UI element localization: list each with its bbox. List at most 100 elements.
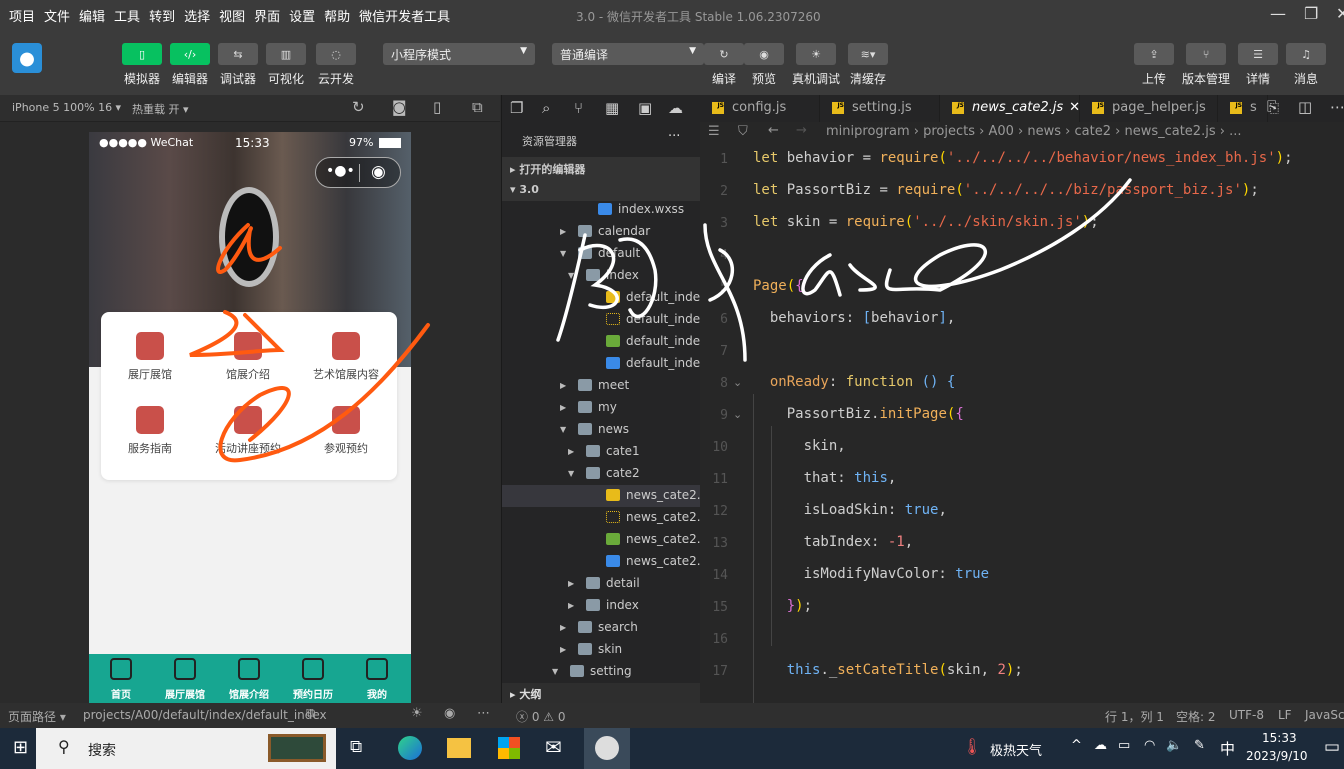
phone-button[interactable]: ▯ bbox=[122, 43, 162, 65]
tree-folder[interactable]: ▶ detail bbox=[502, 573, 701, 595]
tree-file[interactable]: news_cate2.wxml bbox=[502, 529, 701, 551]
breadcrumb-item[interactable]: cate2 bbox=[1075, 124, 1111, 139]
show-hidden-icons[interactable]: ^ bbox=[1071, 738, 1082, 753]
tree-folder[interactable]: ▶ calendar bbox=[502, 221, 701, 243]
tree-file[interactable]: default_index.json bbox=[502, 309, 701, 331]
menu-item[interactable]: 视图 bbox=[219, 6, 245, 25]
windows-start-icon[interactable]: ⊞ bbox=[13, 737, 28, 758]
editor-tab[interactable]: JS setting.js bbox=[820, 95, 940, 122]
tree-folder[interactable]: ▼ cate2 bbox=[502, 463, 701, 485]
editor-tab[interactable]: JS page_helper.js bbox=[1080, 95, 1218, 122]
open-preview-icon[interactable]: ⎘ bbox=[1267, 98, 1279, 116]
phone-icon[interactable]: ▯ bbox=[433, 98, 441, 116]
close-tab-icon[interactable]: ✕ bbox=[1069, 100, 1080, 115]
menu-item[interactable]: 工具 bbox=[114, 6, 140, 25]
code-area[interactable]: 1 let behavior = require('../../../../beh… bbox=[700, 144, 1344, 703]
tree-folder[interactable]: ▶ my bbox=[502, 397, 701, 419]
more-icon[interactable]: ⋯ bbox=[477, 706, 490, 721]
refresh-button[interactable]: ↻ bbox=[704, 43, 744, 65]
split-editor-icon[interactable]: ◫ bbox=[1298, 98, 1312, 116]
editor-tab[interactable]: JS s bbox=[1218, 95, 1268, 122]
code-line[interactable]: behaviors: [behavior], bbox=[753, 310, 955, 326]
code-line[interactable]: onReady: function () { bbox=[753, 374, 955, 390]
tree-folder[interactable]: ▶ meet bbox=[502, 375, 701, 397]
tree-file[interactable]: news_cate2.js bbox=[502, 485, 701, 507]
tree-folder[interactable]: ▶ skin bbox=[502, 639, 701, 661]
bug-button[interactable]: ☀ bbox=[796, 43, 836, 65]
docker-icon[interactable]: ☁ bbox=[668, 99, 683, 117]
forward-icon[interactable]: → bbox=[796, 123, 807, 138]
edge-icon[interactable] bbox=[398, 736, 422, 760]
problems-count[interactable]: ⓧ 0 ⚠ 0 bbox=[516, 708, 565, 725]
editor-tab[interactable]: JS news_cate2.js ✕ bbox=[940, 95, 1080, 122]
grid-item[interactable]: 活动讲座预约 bbox=[199, 406, 297, 456]
grid-item[interactable]: 展厅展馆 bbox=[101, 332, 199, 382]
section-project[interactable]: ▾ 3.0 bbox=[510, 183, 539, 196]
search-icon[interactable]: ⌕ bbox=[542, 99, 550, 117]
breadcrumb-item[interactable]: A00 bbox=[988, 124, 1013, 139]
tree-folder[interactable]: ▼ news bbox=[502, 419, 701, 441]
menu-item[interactable]: 设置 bbox=[289, 6, 315, 25]
code-line[interactable]: isModifyNavColor: true bbox=[753, 566, 989, 582]
file-explorer-icon[interactable] bbox=[447, 738, 471, 758]
cloud-button[interactable]: ◌ bbox=[316, 43, 356, 65]
more-dots-icon[interactable]: •●• bbox=[326, 163, 355, 179]
encoding[interactable]: UTF-8 bbox=[1229, 708, 1264, 722]
avatar[interactable] bbox=[12, 43, 42, 73]
mode-select[interactable]: 小程序模式 ▼ bbox=[383, 43, 535, 65]
tab-item[interactable]: 首页 bbox=[89, 658, 153, 701]
breadcrumb-item[interactable]: miniprogram bbox=[826, 124, 910, 139]
upload-button[interactable]: ⇪ bbox=[1134, 43, 1174, 65]
weather-text[interactable]: 极热天气 bbox=[990, 740, 1042, 759]
volume-icon[interactable]: 🔈 bbox=[1166, 738, 1182, 753]
layers-button[interactable]: ≋▾ bbox=[848, 43, 888, 65]
menu-item[interactable]: 选择 bbox=[184, 6, 210, 25]
section-open-editors[interactable]: ▸ 打开的编辑器 bbox=[510, 161, 585, 177]
editor-tab[interactable]: JS config.js bbox=[700, 95, 820, 122]
breadcrumb-item[interactable]: news_cate2.js bbox=[1124, 124, 1215, 139]
files-icon[interactable]: ❐ bbox=[510, 99, 523, 117]
code-button[interactable]: ‹/› bbox=[170, 43, 210, 65]
ime-indicator[interactable]: 中 bbox=[1220, 738, 1235, 759]
page-path-select[interactable]: 页面路径 ▾ bbox=[8, 708, 66, 725]
tab-item[interactable]: 预约日历 bbox=[281, 658, 345, 701]
refresh-icon[interactable]: ↻ bbox=[352, 98, 365, 116]
code-line[interactable]: let skin = require('../../skin/skin.js')… bbox=[753, 214, 1099, 230]
menu-item[interactable]: 项目 bbox=[9, 6, 35, 25]
code-line[interactable]: Page({ bbox=[753, 278, 804, 294]
menu-button[interactable]: ☰ bbox=[1238, 43, 1278, 65]
restore-button[interactable]: ❐ bbox=[1304, 4, 1318, 23]
extensions-icon[interactable]: ▦ bbox=[605, 99, 619, 117]
tree-folder[interactable]: ▼ index bbox=[502, 265, 701, 287]
onedrive-icon[interactable]: ☁ bbox=[1094, 738, 1107, 753]
section-outline[interactable]: ▸ 大纲 bbox=[502, 683, 701, 703]
fold-chevron-icon[interactable]: ⌄ bbox=[733, 376, 742, 389]
stop-icon[interactable]: ◙ bbox=[392, 98, 407, 116]
tab-item[interactable]: 馆展介绍 bbox=[217, 658, 281, 701]
minimize-button[interactable]: — bbox=[1270, 4, 1286, 23]
tree-folder[interactable]: ▶ cate1 bbox=[502, 441, 701, 463]
cursor-position[interactable]: 行 1，列 1 bbox=[1105, 708, 1164, 725]
tree-file[interactable]: default_index.w... bbox=[502, 353, 701, 375]
code-line[interactable]: that: this, bbox=[753, 470, 897, 486]
eye-button[interactable]: ◉ bbox=[744, 43, 784, 65]
code-line[interactable]: this._setCateTitle(skin, 2); bbox=[753, 662, 1023, 678]
mail-icon[interactable]: ✉ bbox=[545, 735, 562, 759]
store-icon[interactable] bbox=[498, 737, 520, 759]
language-mode[interactable]: JavaScr bbox=[1305, 708, 1344, 722]
menu-item[interactable]: 帮助 bbox=[324, 6, 350, 25]
taskbar-search[interactable]: ⚲ 搜索 bbox=[36, 728, 336, 769]
code-line[interactable]: PassortBiz.initPage({ bbox=[753, 406, 964, 422]
tree-file[interactable]: index.wxss bbox=[502, 199, 701, 221]
copy-icon[interactable]: ⧉ bbox=[306, 706, 315, 721]
tree-folder[interactable]: ▼ setting bbox=[502, 661, 701, 683]
list-icon[interactable]: ☰ bbox=[708, 124, 720, 139]
menu-item[interactable]: 编辑 bbox=[79, 6, 105, 25]
close-button[interactable]: ✕ bbox=[1336, 4, 1344, 23]
back-icon[interactable]: ← bbox=[768, 123, 779, 138]
code-line[interactable]: }); bbox=[753, 598, 812, 614]
grid-item[interactable]: 服务指南 bbox=[101, 406, 199, 456]
wifi-icon[interactable]: ◠ bbox=[1144, 738, 1155, 753]
tree-file[interactable]: default_index.js bbox=[502, 287, 701, 309]
grid-item[interactable]: 馆展介绍 bbox=[199, 332, 297, 382]
